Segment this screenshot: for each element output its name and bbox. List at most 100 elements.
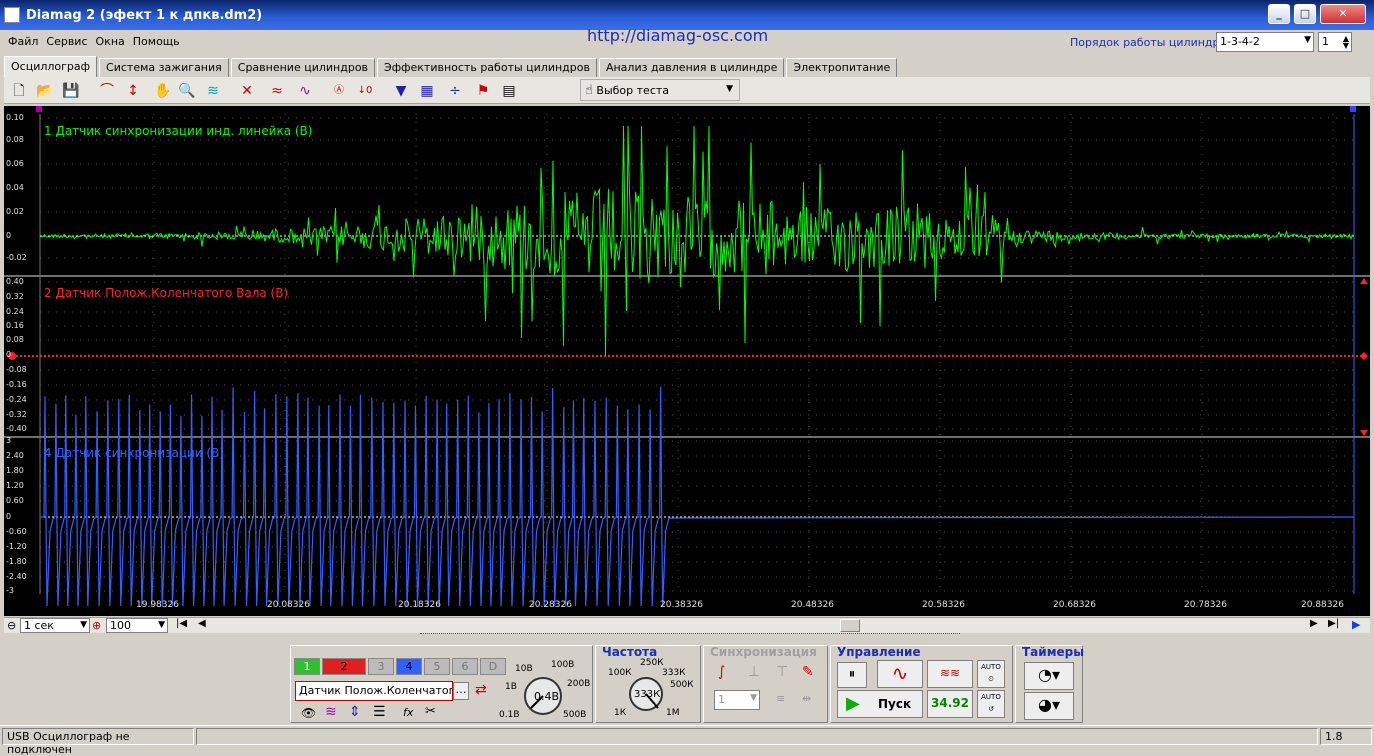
tab-oscilloscope[interactable]: Осциллограф: [4, 56, 98, 78]
cross-icon[interactable]: ✕: [236, 80, 258, 102]
close-button[interactable]: ✕: [1320, 4, 1366, 24]
frequency-value: 333К: [634, 689, 661, 700]
auto-record-button[interactable]: AUTO ↺: [977, 690, 1005, 718]
save-icon[interactable]: 💾: [60, 80, 82, 102]
zoom-out-icon[interactable]: ⊖: [7, 619, 16, 632]
cylinder-order-select[interactable]: 1-3-4-2 ▼: [1216, 32, 1314, 52]
cursor-icon[interactable]: ÷: [444, 80, 466, 102]
lissajous-icon[interactable]: ∿: [294, 80, 316, 102]
maximize-button[interactable]: □: [1294, 4, 1316, 24]
lines-icon[interactable]: ☰: [373, 704, 386, 720]
tools-icon[interactable]: ✂: [425, 704, 436, 719]
x-tick-label: 20.38326: [660, 600, 703, 610]
channel-4-button[interactable]: 4: [396, 658, 422, 675]
marker-icon[interactable]: ▼: [390, 80, 412, 102]
timers-title: Таймеры: [1022, 645, 1085, 659]
menu-windows[interactable]: Окна: [92, 33, 129, 53]
tab-bar: Осциллограф Система зажигания Сравнение …: [4, 56, 899, 78]
wave-mode-icon[interactable]: ≋: [325, 704, 337, 720]
scroll-right-icon[interactable]: ▶: [1310, 618, 1318, 629]
channel-5-button[interactable]: 5: [424, 658, 450, 675]
channel-2-button[interactable]: 2: [322, 658, 366, 675]
notes-icon[interactable]: ▤: [498, 80, 520, 102]
hand-pan-icon[interactable]: ✋: [152, 80, 174, 102]
timer-2-button[interactable]: ◕▾: [1024, 692, 1074, 720]
flag-icon[interactable]: ⚑: [472, 80, 494, 102]
sync-rising-icon[interactable]: ∫: [718, 664, 725, 680]
ch4-trace: [40, 386, 1355, 607]
scroll-last-icon[interactable]: ▶|: [1328, 618, 1339, 629]
function-icon[interactable]: fx: [403, 706, 413, 719]
x-tick-label: 20.58326: [922, 600, 965, 610]
multi-wave-button[interactable]: ≋≋: [927, 660, 973, 688]
start-button[interactable]: ▶ Пуск: [837, 690, 923, 718]
x-tick-label: 20.08326: [267, 600, 310, 610]
sync-channel-value: 1: [718, 693, 725, 706]
pause-button[interactable]: ⏸: [837, 662, 867, 688]
voltage-label: 1В: [505, 682, 517, 692]
website-link[interactable]: http://diamag-osc.com: [587, 26, 768, 45]
menu-help[interactable]: Помощь: [129, 33, 184, 53]
tab-cylinder-efficiency[interactable]: Эффективность работы цилиндров: [377, 58, 597, 78]
y-tick-label: 0.08: [6, 135, 24, 144]
zero-icon[interactable]: ↓0: [354, 80, 376, 102]
eye-icon[interactable]: 👁: [301, 706, 316, 720]
y-tick-label: 0: [6, 231, 12, 240]
y-tick-label: 0.24: [6, 307, 24, 316]
open-folder-icon[interactable]: 📂: [34, 80, 56, 102]
auto-button[interactable]: AUTO ⏲: [977, 660, 1005, 688]
wave-icon[interactable]: ≈: [266, 80, 288, 102]
test-select[interactable]: ☝ Выбор теста ▼: [580, 79, 740, 101]
auto-label: AUTO: [981, 663, 1001, 671]
voltage-value: 0.4В: [534, 690, 560, 703]
x-tick-label: 20.28326: [529, 600, 572, 610]
tab-pressure-analysis[interactable]: Анализ давления в цилиндре: [598, 58, 785, 78]
voltage-label: 500В: [563, 710, 587, 720]
channel-name-field[interactable]: Датчик Полож.Коленчатого В: [295, 681, 453, 701]
frequency-label: 1М: [666, 708, 680, 718]
channel-d-button[interactable]: D: [480, 658, 506, 675]
channel-1-button[interactable]: 1: [294, 658, 320, 675]
tab-power[interactable]: Электропитание: [786, 58, 898, 78]
channel-6-button[interactable]: 6: [452, 658, 478, 675]
tab-ignition[interactable]: Система зажигания: [99, 58, 229, 78]
browse-button[interactable]: …: [453, 682, 469, 700]
time-scale-select[interactable]: 1 сек ▼: [20, 618, 90, 633]
scroll-first-icon[interactable]: |◀: [176, 618, 187, 629]
channel-3-button[interactable]: 3: [368, 658, 394, 675]
control-panel: 1 2 3 4 5 6 D Датчик Полож.Коленчатого В…: [0, 634, 1374, 724]
grid-icon[interactable]: ▦: [416, 80, 438, 102]
position-icon[interactable]: ⇕: [349, 704, 361, 720]
scale-icon[interactable]: ↕: [122, 80, 144, 102]
menu-service[interactable]: Сервис: [42, 33, 91, 53]
ch1-trace: [39, 125, 1353, 357]
timer-1-button[interactable]: ◔▾: [1024, 662, 1074, 690]
zoom-icon[interactable]: 🔍: [176, 80, 198, 102]
measure-icon[interactable]: ⌒: [96, 80, 118, 102]
minimize-button[interactable]: _: [1268, 4, 1290, 24]
cylinder-spinner[interactable]: 1 ▲ ▼: [1318, 32, 1352, 52]
chevron-down-icon: ▼: [1304, 35, 1311, 45]
frequency-title: Частота: [602, 645, 658, 659]
filter-icon[interactable]: ≋: [202, 80, 224, 102]
sync-auto-icon[interactable]: ✎: [802, 664, 814, 680]
play-scroll-icon[interactable]: ▶: [1352, 618, 1360, 631]
auto-icon[interactable]: Ⓐ: [328, 80, 350, 102]
scroll-left-icon[interactable]: ◀: [198, 618, 206, 629]
zoom-select[interactable]: 100 ▼: [106, 618, 168, 633]
new-file-icon[interactable]: 🗋: [8, 80, 30, 102]
settings-probe-icon[interactable]: ⇄: [475, 682, 487, 698]
tab-cylinder-compare[interactable]: Сравнение цилиндров: [230, 58, 376, 78]
control-title: Управление: [837, 645, 921, 659]
oscilloscope-display[interactable]: 0.10 0.08 0.06 0.04 0.02 0 -0.02 0.40 0.32 0.24 0.…: [4, 106, 1370, 616]
channel-4-label: 4 Датчик синхронизации (В): [44, 446, 224, 460]
scrollbar-thumb[interactable]: [840, 619, 860, 632]
voltage-label: 0.1В: [499, 710, 520, 720]
menu-file[interactable]: Файл: [4, 33, 42, 53]
scope-canvas[interactable]: [4, 106, 1370, 616]
sine-mode-button[interactable]: ∿: [877, 660, 923, 688]
zoom-in-icon[interactable]: ⊕: [92, 619, 101, 632]
y-tick-label: 0: [6, 512, 12, 521]
channel-name-value: Датчик Полож.Коленчатого В: [299, 684, 453, 697]
y-tick-label: 0.02: [6, 207, 24, 216]
